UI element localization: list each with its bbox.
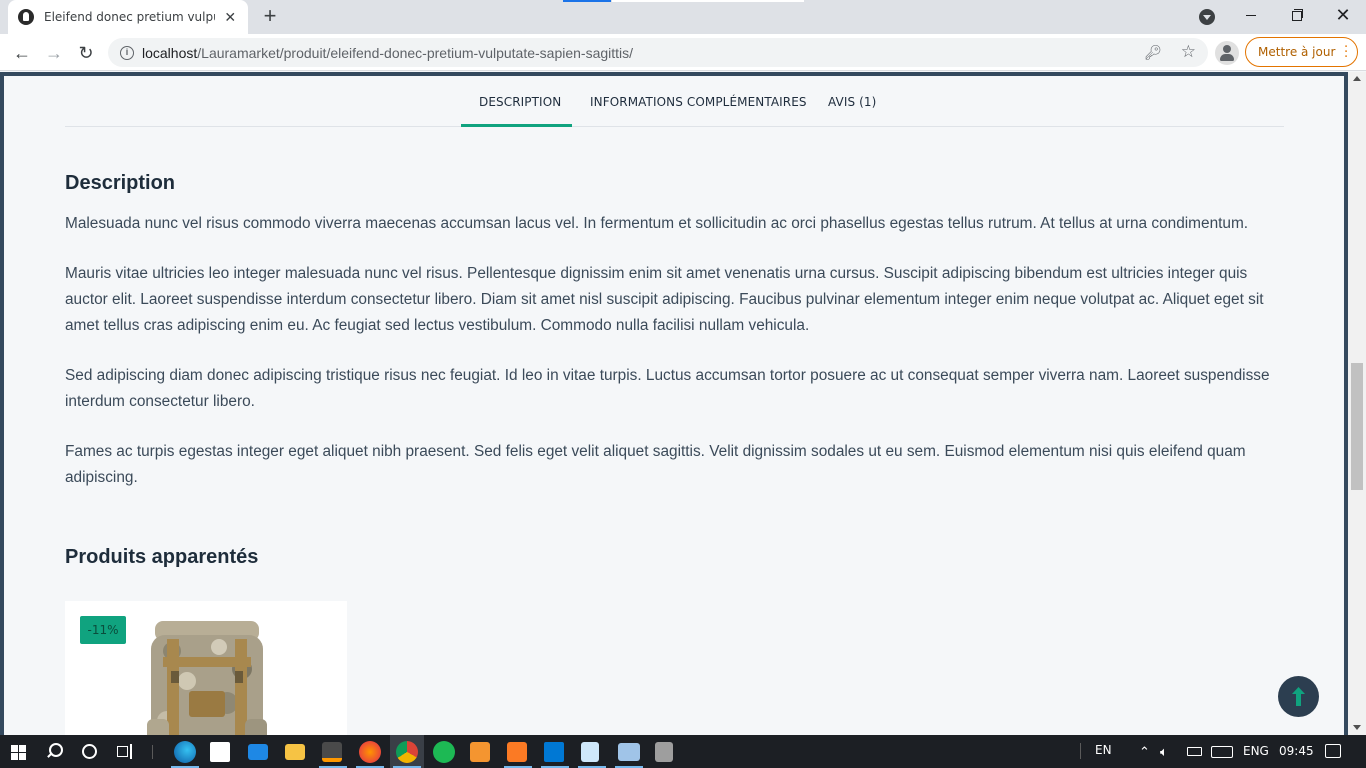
site-info-icon[interactable]: i [120,45,134,60]
page-frame-left [0,72,4,735]
more-menu-icon[interactable]: · · · [1344,41,1348,64]
url-host: localhost [142,44,198,61]
calculator-icon[interactable] [655,742,673,762]
page-frame-top [0,72,1366,76]
scroll-up-arrow-icon[interactable] [1353,76,1361,81]
product-tabs: DESCRIPTION INFORMATIONS COMPLÉMENTAIRES… [65,86,1284,127]
chevron-up-icon[interactable]: ⌃ [1139,744,1150,760]
back-arrow-icon[interactable]: ← [9,40,35,66]
mail-icon[interactable] [248,744,268,760]
tab-title: Eleifend donec pretium vulputate sapien … [44,10,215,24]
close-tab-icon[interactable]: ✕ [223,9,239,26]
description-paragraph: Mauris vitae ultricies leo integer males… [65,265,1264,334]
keyboard-icon[interactable] [1211,746,1233,758]
related-product-card[interactable]: -11% [65,601,347,735]
url-path: /Lauramarket/produit/eleifend-donec-pret… [197,44,634,61]
description-paragraph: Sed adipiscing diam donec adipiscing tri… [65,367,1270,410]
taskbar-separator [152,745,153,759]
file-explorer-icon[interactable] [285,744,305,760]
address-bar[interactable]: i localhost/Lauramarket/produit/eleifend… [108,38,1208,67]
windows-start-icon[interactable] [11,745,26,760]
window-minimize-button[interactable] [1237,4,1265,26]
site-favicon-icon [18,9,34,25]
input-language-short[interactable]: EN [1095,743,1112,757]
tab-reviews[interactable]: AVIS (1) [828,95,876,109]
search-icon[interactable] [46,743,63,759]
tray-separator [1080,743,1081,759]
page-scrollbar[interactable] [1348,72,1366,735]
chrome-icon[interactable] [396,741,418,763]
scroll-to-top-button[interactable] [1278,676,1319,717]
browser-tab-strip: Eleifend donec pretium vulputate sapien … [0,0,1366,34]
tab-description[interactable]: DESCRIPTION [479,95,561,109]
sale-badge: -11% [80,616,126,644]
notification-center-icon[interactable] [1325,744,1341,758]
related-products-heading: Produits apparentés [65,546,259,568]
scrollbar-thumb[interactable] [1351,363,1363,490]
firefox-icon[interactable] [359,741,381,763]
window-close-button[interactable]: ✕ [1329,4,1357,26]
browser-toolbar: ← → ↻ i localhost/Lauramarket/produit/el… [0,34,1366,71]
forward-arrow-icon[interactable]: → [41,40,67,66]
git-icon[interactable] [470,742,490,762]
browser-tab[interactable]: Eleifend donec pretium vulputate sapien … [8,0,248,34]
volume-icon[interactable]: 🔈︎ [1160,744,1168,760]
update-button-label: Mettre à jour [1258,45,1336,59]
update-browser-button[interactable]: Mettre à jour · · · [1245,37,1358,67]
scroll-down-arrow-icon[interactable] [1353,725,1361,730]
spotify-icon[interactable] [433,741,455,763]
battery-icon[interactable] [1187,747,1202,756]
description-heading: Description [65,172,176,194]
windows-taskbar: EN ⌃ 🔈︎ ENG 09:45 [0,735,1366,768]
arrow-up-icon [1292,687,1305,706]
clock-time[interactable]: 09:45 [1279,744,1314,758]
window-restore-button[interactable] [1283,4,1311,26]
new-tab-button[interactable]: + [258,5,282,29]
description-paragraph: Malesuada nunc vel risus commodo viverra… [65,215,1249,232]
terminal-icon[interactable] [618,743,640,761]
tab-strip-highlight [612,0,804,2]
edge-icon[interactable] [174,741,196,763]
reload-icon[interactable]: ↻ [73,40,99,66]
tab-additional-information[interactable]: INFORMATIONS COMPLÉMENTAIRES [590,95,807,109]
task-view-icon[interactable] [117,744,134,759]
notepad-icon[interactable] [581,742,599,762]
input-language[interactable]: ENG [1243,744,1269,758]
bookmark-star-icon[interactable]: ☆ [1181,42,1196,62]
key-icon[interactable]: 🔑︎ [1144,44,1162,61]
description-paragraph: Fames ac turpis egestas integer eget ali… [65,443,1246,486]
page-viewport: DESCRIPTION INFORMATIONS COMPLÉMENTAIRES… [0,72,1366,735]
tab-search-icon[interactable] [1199,9,1215,25]
store-icon[interactable] [210,742,230,762]
cortana-icon[interactable] [82,744,97,759]
active-tab-indicator [461,124,572,127]
url-text[interactable]: localhost/Lauramarket/produit/eleifend-d… [142,45,633,61]
vscode-icon[interactable] [544,742,564,762]
tab-loading-indicator [563,0,611,2]
xampp-icon[interactable] [507,742,527,762]
camouflage-backpack-image [147,621,267,735]
sublime-text-icon[interactable] [322,742,342,762]
profile-avatar-icon[interactable] [1215,41,1239,65]
